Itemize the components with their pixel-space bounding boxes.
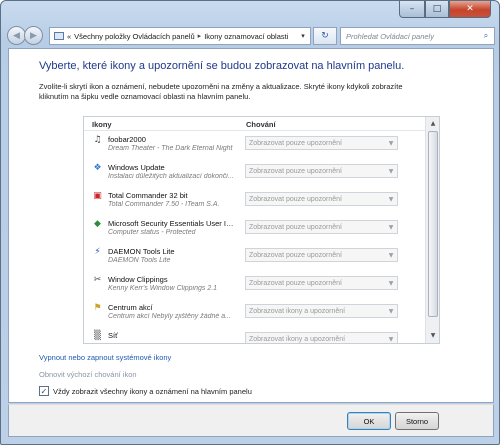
item-subtitle: Instalaci důležitých aktualizací dokonči… — [108, 173, 234, 180]
always-show-checkbox[interactable]: ✓ — [39, 386, 49, 396]
checkmark-icon: ✓ — [40, 386, 48, 396]
chevron-down-icon: ▼ — [388, 279, 394, 287]
item-subtitle: Computer status - Protected — [108, 229, 196, 236]
behavior-select[interactable]: Zobrazovat pouze upozornění ▼ — [245, 136, 398, 150]
chevron-down-icon: ▼ — [388, 139, 394, 147]
caption-buttons: – □ ✕ — [399, 1, 491, 18]
item-subtitle: Dream Theater - The Dark Eternal Night — [108, 145, 233, 152]
forward-button[interactable]: ▶ — [24, 26, 43, 45]
always-show-option[interactable]: ✓ Vždy zobrazit všechny ikony a oznámení… — [39, 386, 252, 396]
forward-arrow-icon: ▶ — [30, 30, 37, 41]
search-placeholder: Prohledat Ovládací panely — [346, 31, 434, 41]
action-center-icon: ⚑ — [93, 303, 102, 313]
chevron-down-icon: ▼ — [388, 167, 394, 175]
item-title: Centrum akcí — [108, 303, 153, 312]
scroll-up-icon[interactable]: ▲ — [427, 118, 439, 130]
behavior-select[interactable]: Zobrazovat pouze upozornění ▼ — [245, 164, 398, 178]
behavior-select-value: Zobrazovat ikony a upozornění — [249, 307, 346, 315]
breadcrumb-notification-icons[interactable]: Ikony oznamovací oblasti — [204, 32, 288, 41]
refresh-icon: ↻ — [321, 31, 329, 41]
behavior-select-value: Zobrazovat ikony a upozornění — [249, 335, 346, 343]
address-bar[interactable]: « Všechny položky Ovládacích panelů ▸ Ik… — [49, 27, 311, 45]
close-button[interactable]: ✕ — [449, 1, 491, 18]
chevron-down-icon: ▼ — [388, 251, 394, 259]
scroll-down-icon[interactable]: ▼ — [427, 330, 439, 342]
chevron-down-icon: ▼ — [388, 335, 394, 343]
item-subtitle: Kenny Kerr's Window Clippings 2.1 — [108, 285, 218, 292]
total-commander-icon: ▣ — [93, 191, 102, 201]
behavior-select[interactable]: Zobrazovat pouze upozornění ▼ — [245, 248, 398, 262]
network-icon: ▒ — [94, 331, 101, 341]
minimize-button[interactable]: – — [399, 1, 425, 18]
restore-defaults-link[interactable]: Obnovit výchozí chování ikon — [39, 370, 137, 379]
behavior-select-value: Zobrazovat pouze upozornění — [249, 167, 343, 175]
list-item: ▒ Síť Zobrazovat ikony a upozornění ▼ — [84, 328, 426, 343]
daemon-tools-icon: ⚡ — [94, 247, 101, 257]
security-essentials-icon: ◆ — [94, 219, 101, 229]
chevron-down-icon: ▼ — [388, 195, 394, 203]
icon-behavior-list: Ikony Chování ♫ foobar2000 Dream Theater… — [83, 116, 440, 344]
behavior-select-value: Zobrazovat pouze upozornění — [249, 223, 343, 231]
list-item: ✂ Window Clippings Kenny Kerr's Window C… — [84, 272, 426, 300]
behavior-select[interactable]: Zobrazovat pouze upozornění ▼ — [245, 192, 398, 206]
page-title: Vyberte, které ikony a upozornění se bud… — [39, 60, 405, 72]
cancel-button[interactable]: Storno — [395, 412, 439, 430]
item-subtitle: DAEMON Tools Lite — [108, 257, 171, 264]
list-item: ⚡ DAEMON Tools Lite DAEMON Tools Lite Zo… — [84, 244, 426, 272]
behavior-select-value: Zobrazovat pouze upozornění — [249, 139, 343, 147]
column-header-behavior: Chování — [246, 120, 276, 129]
behavior-select[interactable]: Zobrazovat ikony a upozornění ▼ — [245, 304, 398, 318]
chevron-down-icon: ▼ — [388, 307, 394, 315]
list-item: ♫ foobar2000 Dream Theater - The Dark Et… — [84, 132, 426, 160]
window-clippings-icon: ✂ — [93, 275, 102, 285]
always-show-label[interactable]: Vždy zobrazit všechny ikony a oznámení n… — [53, 387, 252, 396]
control-panel-icon — [54, 32, 64, 40]
list-scrollbar[interactable]: ▲ ▼ — [425, 117, 439, 343]
item-subtitle: Total Commander 7.50 - ITeam S.A. — [108, 201, 220, 208]
back-arrow-icon: ◀ — [13, 30, 20, 41]
list-item: ▣ Total Commander 32 bit Total Commander… — [84, 188, 426, 216]
behavior-select[interactable]: Zobrazovat pouze upozornění ▼ — [245, 276, 398, 290]
page-description: Zvolíte-li skrytí ikon a oznámení, nebud… — [39, 82, 403, 101]
scrollbar-thumb[interactable] — [428, 131, 438, 317]
column-header-icons: Ikony — [92, 120, 112, 129]
content-pane: Vyberte, které ikony a upozornění se bud… — [8, 48, 494, 403]
search-icon[interactable]: ⌕ — [478, 31, 494, 41]
control-panel-window: – □ ✕ ◀ ▶ « Všechny položky Ovládacích p… — [0, 0, 500, 445]
system-icons-link[interactable]: Vypnout nebo zapnout systémové ikony — [39, 353, 171, 362]
maximize-button[interactable]: □ — [425, 1, 449, 18]
list-header: Ikony Chování — [84, 117, 426, 131]
item-title: Window Clippings — [108, 275, 168, 284]
item-title: DAEMON Tools Lite — [108, 247, 175, 256]
chevron-down-icon: ▼ — [388, 223, 394, 231]
behavior-select-value: Zobrazovat pouze upozornění — [249, 251, 343, 259]
list-item: ◆ Microsoft Security Essentials User Int… — [84, 216, 426, 244]
ok-button[interactable]: OK — [347, 412, 391, 430]
dialog-footer: OK Storno — [8, 404, 494, 437]
foobar-icon: ♫ — [93, 135, 102, 145]
list-item: ⚑ Centrum akcí Centrum akcí Nebyly zjišt… — [84, 300, 426, 328]
item-subtitle: Centrum akcí Nebyly zjištěny žádné a... — [108, 313, 231, 320]
item-title: Síť — [108, 331, 118, 340]
item-title: Windows Update — [108, 163, 165, 172]
item-title: Microsoft Security Essentials User Inter… — [108, 219, 236, 228]
breadcrumb-all-items[interactable]: Všechny položky Ovládacích panelů — [74, 32, 195, 41]
navigation-bar: ◀ ▶ « Všechny položky Ovládacích panelů … — [7, 25, 495, 47]
breadcrumb-separator-icon[interactable]: ▸ — [198, 32, 202, 40]
behavior-select-value: Zobrazovat pouze upozornění — [249, 279, 343, 287]
address-dropdown-icon[interactable]: ▾ — [296, 28, 310, 44]
refresh-button[interactable]: ↻ — [313, 27, 337, 45]
item-title: foobar2000 — [108, 135, 146, 144]
breadcrumb-overflow[interactable]: « — [67, 32, 71, 41]
list-item: ❖ Windows Update Instalaci důležitých ak… — [84, 160, 426, 188]
search-input[interactable]: Prohledat Ovládací panely ⌕ — [340, 27, 495, 45]
behavior-select[interactable]: Zobrazovat pouze upozornění ▼ — [245, 220, 398, 234]
behavior-select-value: Zobrazovat pouze upozornění — [249, 195, 343, 203]
behavior-select[interactable]: Zobrazovat ikony a upozornění ▼ — [245, 332, 398, 343]
item-title: Total Commander 32 bit — [108, 191, 188, 200]
windows-update-icon: ❖ — [93, 163, 102, 173]
